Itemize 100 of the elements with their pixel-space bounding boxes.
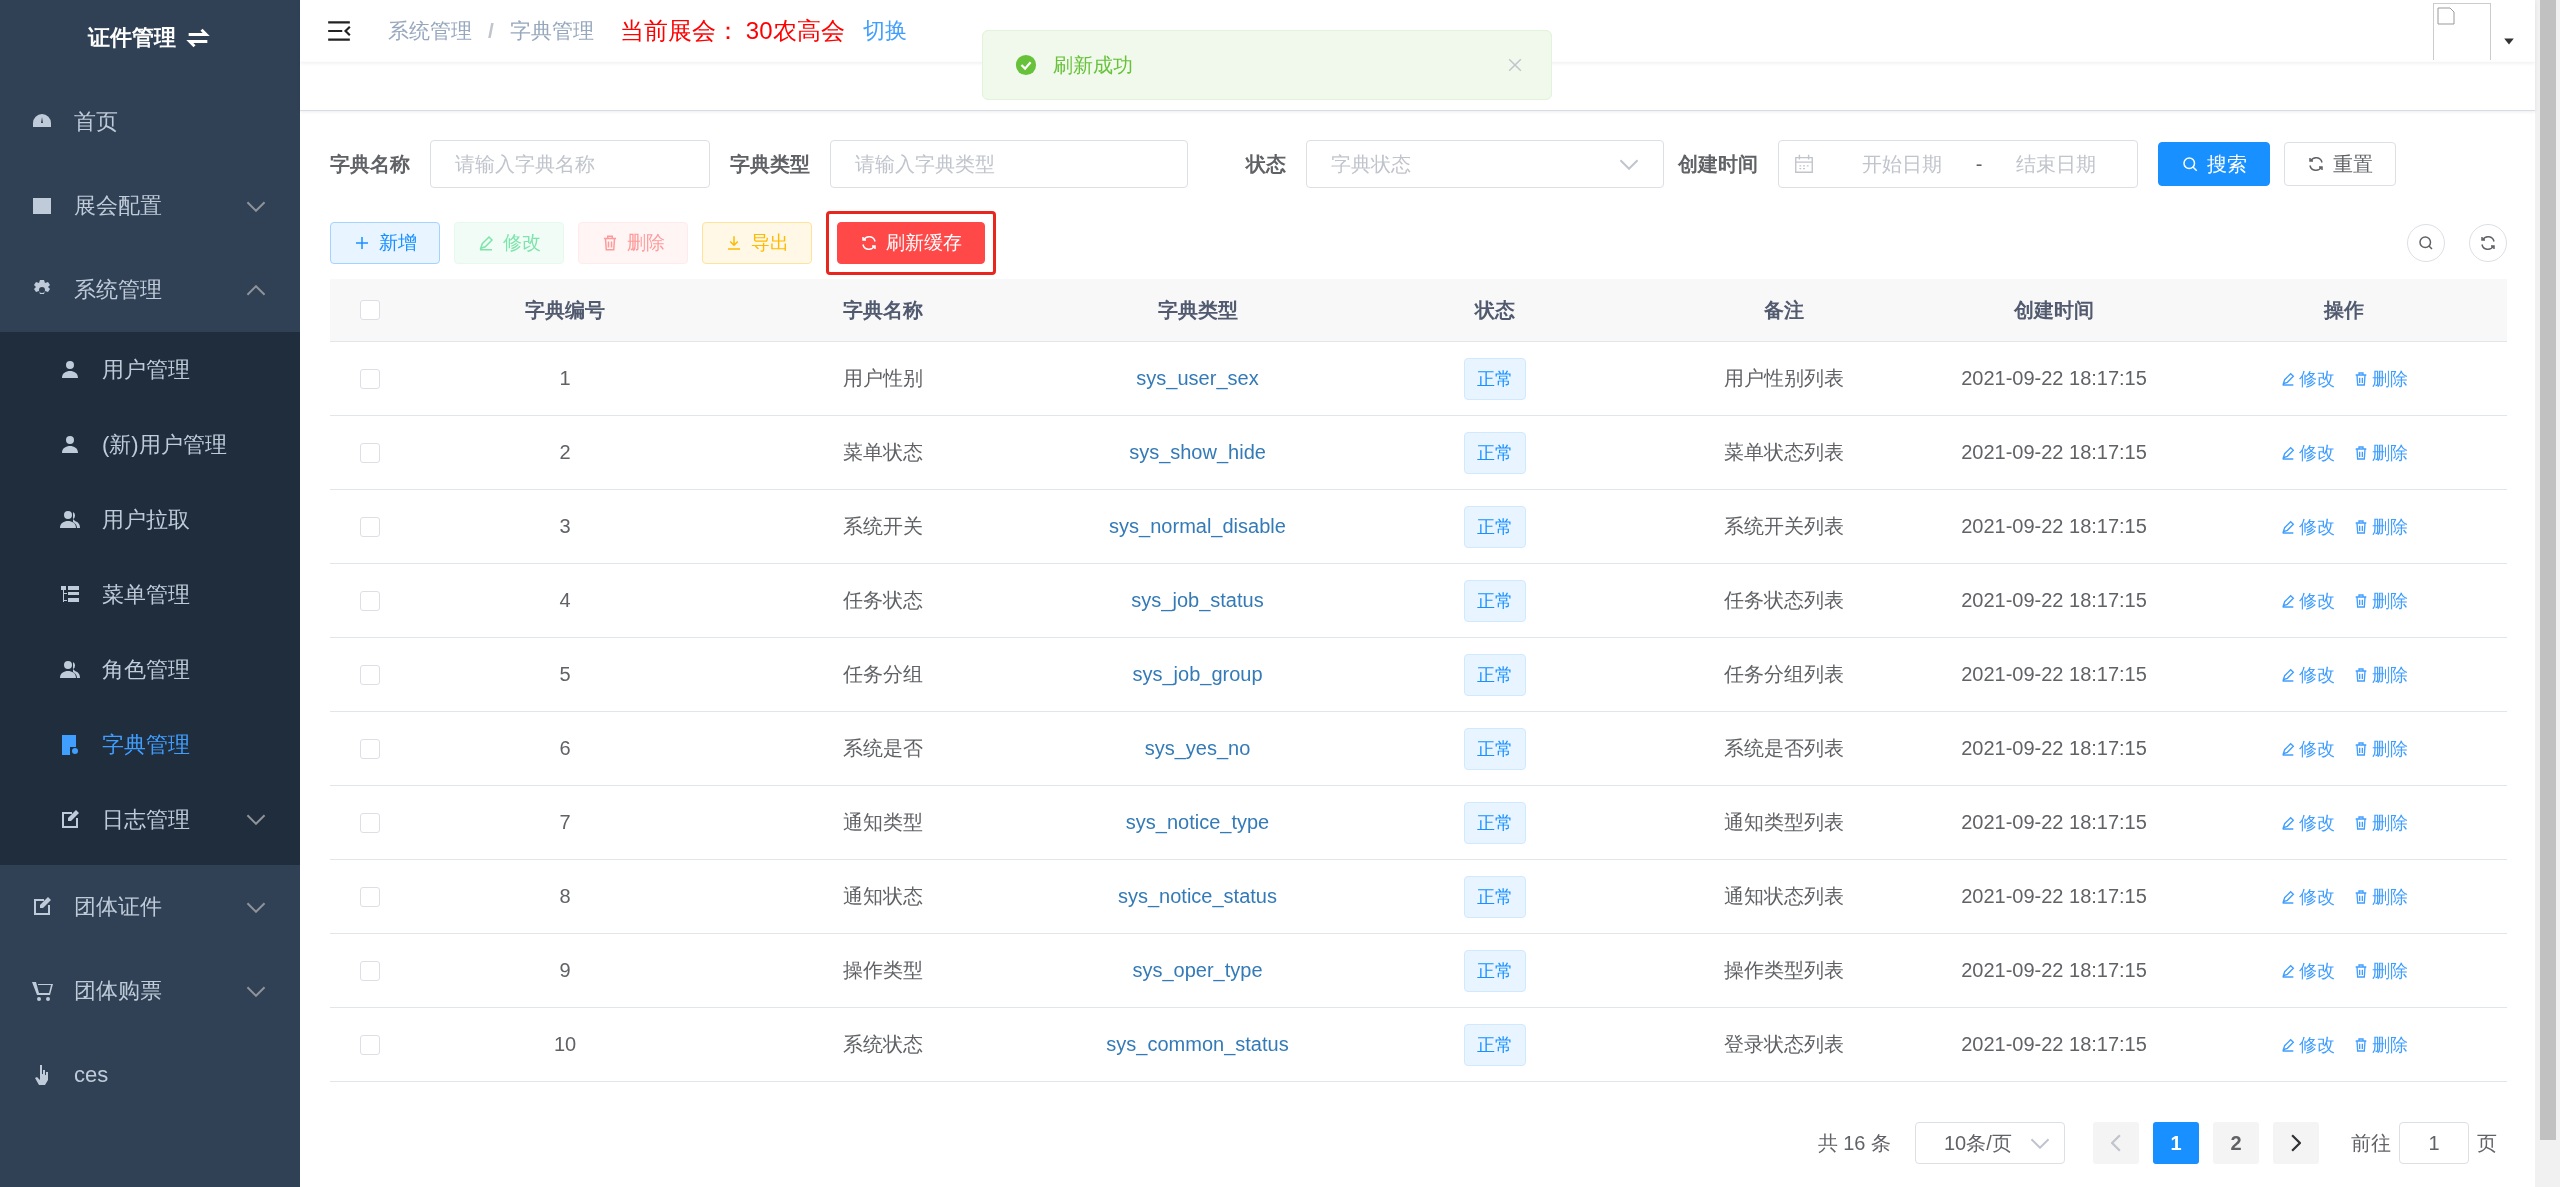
edit-link[interactable]: 修改 [2279,514,2335,539]
switch-link[interactable]: 切换 [862,16,907,46]
page-button[interactable]: 1 [2153,1122,2199,1164]
edit-link[interactable]: 修改 [2279,884,2335,909]
refresh-button[interactable] [2469,224,2507,262]
reset-button[interactable]: 重置 [2284,142,2396,186]
column-header: 备注 [1763,297,1805,323]
menu-item[interactable]: 首页 [0,80,300,164]
search-toggle-button[interactable] [2407,224,2445,262]
download-icon [725,234,743,252]
table-cell-text: 2021-09-22 18:17:15 [1960,885,2148,908]
table-cell-text: 2 [558,441,572,464]
menu-item[interactable]: 团体购票 [0,949,300,1033]
current-expo-name: 30农高会 [745,16,845,46]
delete-link[interactable]: 删除 [2352,1032,2408,1057]
chevron-icon [1619,158,1639,170]
delete-link[interactable]: 删除 [2352,736,2408,761]
row-checkbox[interactable] [360,442,380,463]
dict-type-link[interactable]: sys_show_hide [1129,441,1266,464]
current-expo-label: 当前展会： [619,16,740,46]
menu-item[interactable]: 团体证件 [0,865,300,949]
prev-page-button[interactable] [2093,1122,2139,1164]
table-cell-text: 系统状态 [842,1032,924,1057]
edit-link[interactable]: 修改 [2279,1032,2335,1057]
edit-link[interactable]: 修改 [2279,810,2335,835]
edit-link[interactable]: 修改 [2279,440,2335,465]
row-checkbox[interactable] [360,1034,380,1055]
status-tag: 正常 [1463,505,1526,548]
page-number-field[interactable]: 1 [2399,1122,2469,1164]
dict-type-link[interactable]: sys_oper_type [1132,959,1263,982]
table-cell-text: 2021-09-22 18:17:15 [1960,1033,2148,1056]
dict-type-link[interactable]: sys_job_group [1132,663,1263,686]
pencil-icon [2279,740,2296,757]
table-cell-text: 系统是否列表 [1723,736,1845,761]
delete-link[interactable]: 删除 [2352,588,2408,613]
row-checkbox[interactable] [360,886,380,907]
page-button[interactable]: 2 [2213,1122,2259,1164]
delete-link[interactable]: 删除 [2352,514,2408,539]
table-cell-text: 6 [558,737,572,760]
row-checkbox[interactable] [360,590,380,611]
dict-type-link[interactable]: sys_notice_type [1125,811,1270,834]
delete-link[interactable]: 删除 [2352,662,2408,687]
menu-item[interactable]: ces [0,1033,300,1117]
table-cell-text: 8 [558,885,572,908]
delete-link[interactable]: 删除 [2352,810,2408,835]
edit-link[interactable]: 修改 [2279,958,2335,983]
edit-link[interactable]: 修改 [2279,588,2335,613]
table-cell-text: 3 [558,515,572,538]
status-tag: 正常 [1463,357,1526,400]
column-header: 状态 [1473,297,1516,323]
status-tag: 正常 [1463,431,1526,474]
row-checkbox[interactable] [360,960,380,981]
next-page-button[interactable] [2273,1122,2319,1164]
menu-item[interactable]: 展会配置 [0,164,300,248]
delete-link[interactable]: 删除 [2352,958,2408,983]
row-checkbox[interactable] [360,664,380,685]
dict-type-link[interactable]: sys_yes_no [1144,737,1251,760]
dict-type-link[interactable]: sys_common_status [1106,1033,1289,1056]
row-checkbox[interactable] [360,738,380,759]
chevron-right-icon [2291,1134,2301,1152]
edit-link[interactable]: 修改 [2279,366,2335,391]
table-cell-text: 任务分组 [842,662,924,687]
table-cell-text: 任务状态 [842,588,924,613]
edit-link[interactable]: 修改 [2279,736,2335,761]
table-cell-text: 2021-09-22 18:17:15 [1960,589,2148,612]
dict-type-link[interactable]: sys_job_status [1131,589,1264,612]
trash-icon [601,234,619,252]
status-select[interactable]: 字典状态 [1306,140,1664,188]
delete-link[interactable]: 删除 [2352,366,2408,391]
dict-type-link[interactable]: sys_user_sex [1136,367,1259,390]
delete-link[interactable]: 删除 [2352,884,2408,909]
text-field[interactable]: 请输入字典名称 [430,140,710,188]
pencil-icon [2279,444,2296,461]
dict-type-link[interactable]: sys_normal_disable [1109,515,1286,538]
table-cell-text: 9 [558,959,572,982]
menu-fold-icon[interactable] [326,18,352,44]
text-field[interactable]: 请输入字典类型 [830,140,1188,188]
row-checkbox[interactable] [360,516,380,537]
row-checkbox[interactable] [360,368,380,389]
dict-type-link[interactable]: sys_notice_status [1118,885,1277,908]
menu-item[interactable]: 系统管理 [0,248,300,332]
status-tag: 正常 [1463,579,1526,622]
avatar-image[interactable] [2433,2,2491,60]
search-button[interactable]: 搜索 [2158,142,2270,186]
toolbar-button[interactable]: 刷新缓存 [837,222,985,264]
table-cell-text: 2021-09-22 18:17:15 [1960,515,2148,538]
toolbar-button[interactable]: 新增 [330,222,440,264]
table-cell-text: 系统开关 [842,514,924,539]
select-all-checkbox[interactable] [360,300,380,320]
delete-link[interactable]: 删除 [2352,440,2408,465]
date-range-field[interactable]: 开始日期 - 结束日期 [1778,140,2138,188]
breadcrumb-link[interactable]: 系统管理 [388,17,472,45]
refresh-icon [2307,155,2325,173]
table-cell-text: 系统开关列表 [1723,514,1845,539]
row-checkbox[interactable] [360,812,380,833]
table-cell-text: 通知状态 [842,884,924,909]
edit-link[interactable]: 修改 [2279,662,2335,687]
page-size-select[interactable]: 10条/页 [1915,1122,2065,1164]
status-tag: 正常 [1463,875,1526,918]
scrollbar[interactable] [2535,0,2560,1187]
